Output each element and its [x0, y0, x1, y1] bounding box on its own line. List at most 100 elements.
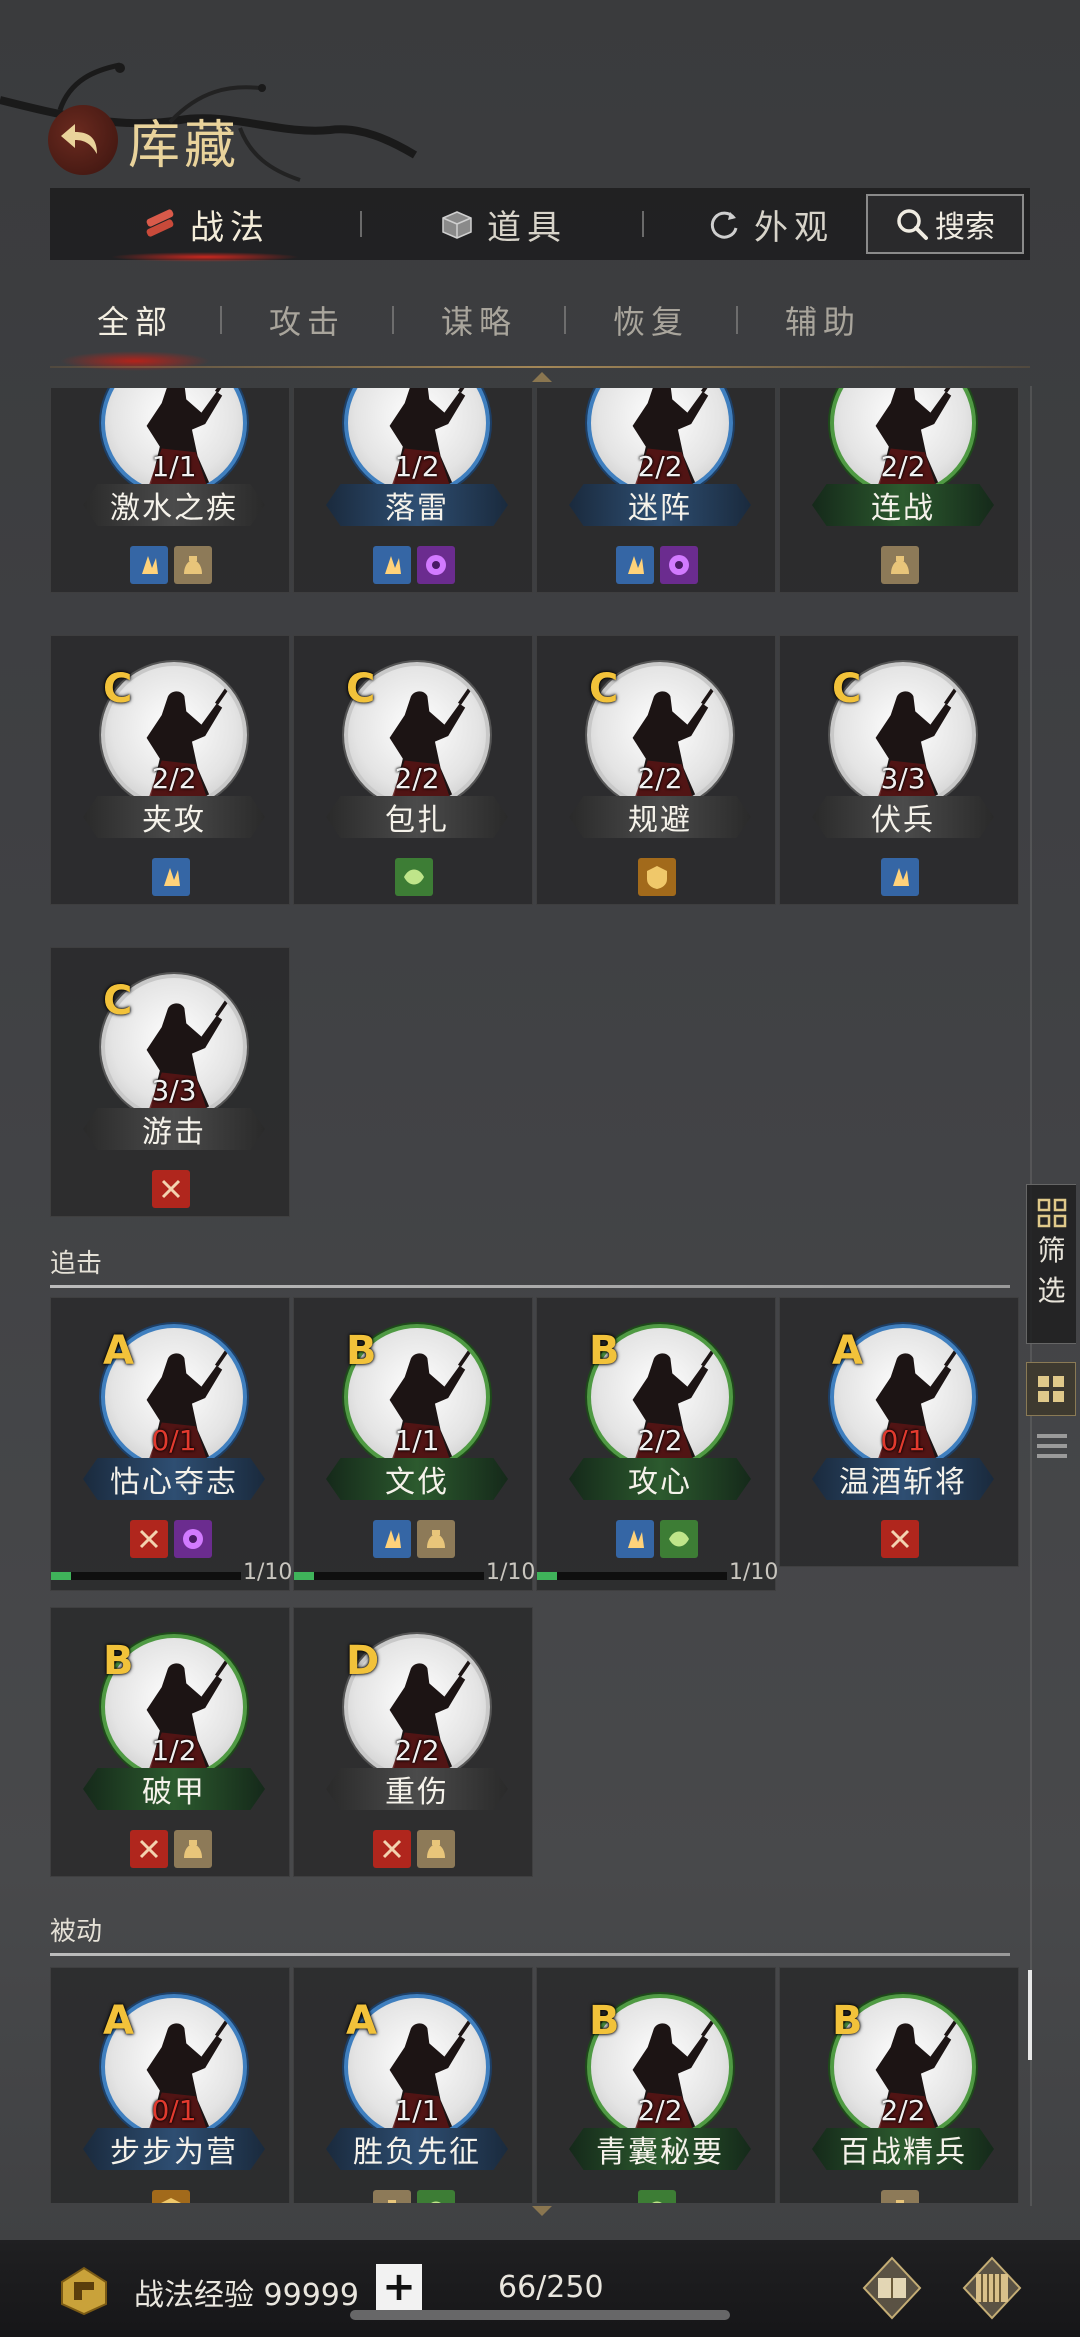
- tactic-type-icons: [51, 546, 291, 584]
- book-exchange-icon[interactable]: [858, 2254, 926, 2322]
- back-button[interactable]: [48, 105, 118, 175]
- grade-badge: A: [103, 1998, 134, 2044]
- tactic-type-orange-icon: [152, 2190, 190, 2203]
- tactic-name: 文伐: [326, 1458, 508, 1500]
- grade-badge: B: [103, 1638, 134, 1684]
- search-button[interactable]: 搜索: [866, 194, 1024, 254]
- tactic-card[interactable]: D 2/2 重伤: [293, 1607, 533, 1877]
- copy-count: 0/1: [880, 1424, 926, 1457]
- upgrade-progress-bar: [537, 1572, 727, 1580]
- tactic-type-icons: [537, 1520, 777, 1558]
- copy-count: 1/2: [394, 450, 440, 483]
- tactic-type-blue-icon: [881, 858, 919, 896]
- tab-items[interactable]: 道具: [362, 188, 642, 260]
- tab-label: 战法: [190, 207, 270, 248]
- back-arrow-icon: [61, 124, 97, 154]
- tactic-name: 怙心夺志: [83, 1458, 265, 1500]
- list-view-icon: [1037, 1434, 1067, 1458]
- tactic-card[interactable]: B 1/1 文伐 1/10: [293, 1297, 535, 1591]
- list-view-toggle[interactable]: [1032, 1426, 1072, 1466]
- capacity-count: 66/250: [498, 2270, 604, 2305]
- tactic-card[interactable]: A 0/1 怙心夺志 1/10: [50, 1297, 292, 1591]
- tactic-type-icons: [780, 1520, 1020, 1558]
- tactic-type-icons: [780, 858, 1020, 896]
- tab-tactics[interactable]: 战法: [50, 188, 360, 262]
- tactic-card[interactable]: A 1/1 胜负先征: [293, 1967, 533, 2203]
- tactic-type-purple-icon: [174, 1520, 212, 1558]
- tactic-name: 连战: [812, 484, 994, 526]
- tab-attack[interactable]: 攻击: [222, 297, 392, 343]
- tactic-card[interactable]: B 2/2 百战精兵: [779, 1967, 1019, 2203]
- grade-badge: A: [832, 1328, 863, 1374]
- tab-appearance[interactable]: 外观: [644, 188, 844, 260]
- grid-view-toggle[interactable]: [1026, 1362, 1076, 1416]
- bamboo-scroll-icon[interactable]: [958, 2254, 1026, 2322]
- tactic-card[interactable]: B 1/2 破甲: [50, 1607, 290, 1877]
- tactic-card[interactable]: A 0/1 步步为营: [50, 1967, 290, 2203]
- tab-support[interactable]: 辅助: [738, 297, 908, 343]
- add-exp-button[interactable]: +: [376, 2264, 422, 2310]
- tactic-name: 百战精兵: [812, 2128, 994, 2170]
- tactic-card[interactable]: 2/2 迷阵: [536, 388, 776, 593]
- copy-count: 2/2: [394, 762, 440, 795]
- copy-count: 2/2: [880, 2094, 926, 2127]
- tab-recovery[interactable]: 恢复: [566, 297, 736, 343]
- tactic-type-icons: [294, 546, 534, 584]
- tactic-type-blue-icon: [373, 546, 411, 584]
- copy-count: 2/2: [637, 1424, 683, 1457]
- tactic-card[interactable]: 2/2 连战: [779, 388, 1019, 593]
- filter-label-1: 筛: [1037, 1234, 1066, 1267]
- tactic-type-red-icon: [152, 1170, 190, 1208]
- tactic-type-blue-icon: [152, 858, 190, 896]
- header: 库藏: [48, 100, 240, 180]
- tactic-type-blue-icon: [130, 546, 168, 584]
- tactic-card[interactable]: C 3/3 伏兵: [779, 635, 1019, 905]
- tactic-type-gold-icon: [881, 2190, 919, 2203]
- tactic-name: 青囊秘要: [569, 2128, 751, 2170]
- search-label: 搜索: [935, 210, 995, 245]
- tactic-card[interactable]: B 2/2 攻心 1/10: [536, 1297, 779, 1591]
- grade-badge: B: [589, 1328, 620, 1374]
- tactic-card[interactable]: C 2/2 包扎: [293, 635, 533, 905]
- copy-count: 2/2: [394, 1734, 440, 1767]
- upgrade-progress-bar: [51, 1572, 241, 1580]
- tactic-card[interactable]: C 3/3 游击: [50, 947, 290, 1217]
- tactics-list[interactable]: 追击 被动 1/1 激水之疾 1/2 落雷 2/2 迷阵 2/2 连战 C 2/2 夹攻 C 2/2 包扎…: [0, 388, 1080, 2203]
- tab-all[interactable]: 全部: [50, 297, 220, 371]
- tactic-card[interactable]: C 2/2 夹攻: [50, 635, 290, 905]
- tactic-type-icons: [51, 1520, 291, 1558]
- tactic-card[interactable]: B 2/2 青囊秘要: [536, 1967, 776, 2203]
- section-label-pursuit: 追击: [50, 1249, 103, 1279]
- refresh-icon: [710, 211, 738, 239]
- tactic-type-red-icon: [130, 1520, 168, 1558]
- tactic-type-gold-icon: [373, 2190, 411, 2203]
- tactic-card[interactable]: 1/2 落雷: [293, 388, 533, 593]
- grid-view-icon: [1038, 1376, 1064, 1402]
- tab-strategy[interactable]: 谋略: [394, 297, 564, 343]
- tactic-name: 温酒斩将: [812, 1458, 994, 1500]
- grade-badge: C: [103, 666, 133, 712]
- tactic-card[interactable]: C 2/2 规避: [536, 635, 776, 905]
- grade-badge: A: [103, 1328, 134, 1374]
- grade-badge: C: [832, 666, 862, 712]
- tactic-type-green-icon: [417, 2190, 455, 2203]
- tactic-name: 破甲: [83, 1768, 265, 1810]
- tactic-card[interactable]: 1/1 激水之疾: [50, 388, 290, 593]
- page-title: 库藏: [128, 115, 241, 176]
- scroll-bundle-icon: [146, 209, 174, 237]
- tactic-type-gold-icon: [417, 1830, 455, 1868]
- tactic-type-blue-icon: [373, 1520, 411, 1558]
- copy-count: 0/1: [151, 1424, 197, 1457]
- section-divider: [50, 1285, 1010, 1288]
- search-icon: [897, 209, 928, 240]
- copy-count: 1/1: [394, 2094, 440, 2127]
- tactic-type-blue-icon: [616, 546, 654, 584]
- upgrade-progress-label: 1/10: [729, 1560, 779, 1585]
- tactic-name: 包扎: [326, 796, 508, 838]
- section-divider: [50, 1953, 1010, 1956]
- tactic-type-green-icon: [395, 858, 433, 896]
- home-indicator: [350, 2310, 730, 2320]
- filter-button[interactable]: 筛 选: [1026, 1184, 1076, 1344]
- tactic-type-blue-icon: [616, 1520, 654, 1558]
- tactic-card[interactable]: A 0/1 温酒斩将: [779, 1297, 1019, 1567]
